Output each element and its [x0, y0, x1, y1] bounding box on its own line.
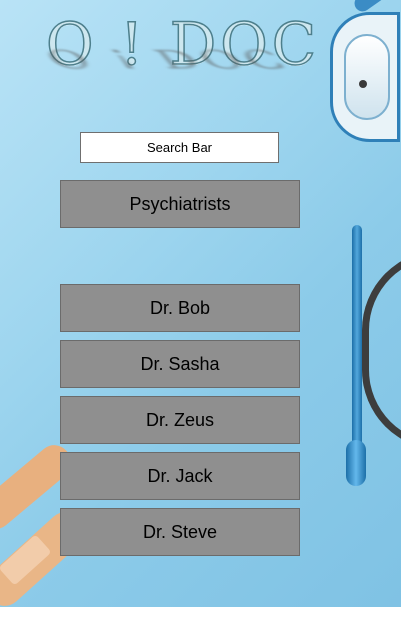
stethoscope-tube-arc	[362, 250, 401, 450]
doctor-name: Dr. Steve	[142, 521, 218, 542]
doctor-name: Dr. Zeus	[145, 409, 215, 430]
stethoscope-earpiece	[346, 440, 366, 486]
doctor-name: Dr. Jack	[147, 465, 213, 486]
doctor-button[interactable]: Dr. Steve	[60, 508, 300, 556]
doctor-name: Dr. Sasha	[140, 353, 220, 374]
stethoscope-center-dot	[359, 80, 367, 88]
category-button-psychiatrists[interactable]: Psychiatrists	[60, 180, 300, 228]
doctor-button[interactable]: Dr. Zeus	[60, 396, 300, 444]
category-label: Psychiatrists	[129, 193, 231, 214]
doctor-button[interactable]: Dr. Bob	[60, 284, 300, 332]
doctor-button[interactable]: Dr. Sasha	[60, 340, 300, 388]
app-logo: O ! DOC O ! DOC	[36, 11, 317, 82]
stethoscope-diaphragm	[344, 34, 390, 120]
search-input[interactable]	[80, 132, 279, 163]
doctor-name: Dr. Bob	[149, 297, 211, 318]
logo-reflection: O ! DOC	[36, 43, 299, 74]
bottom-strip	[0, 607, 401, 617]
app-screen: O ! DOC O ! DOC Psychiatrists Dr. Bob Dr…	[0, 0, 401, 617]
doctor-button[interactable]: Dr. Jack	[60, 452, 300, 500]
